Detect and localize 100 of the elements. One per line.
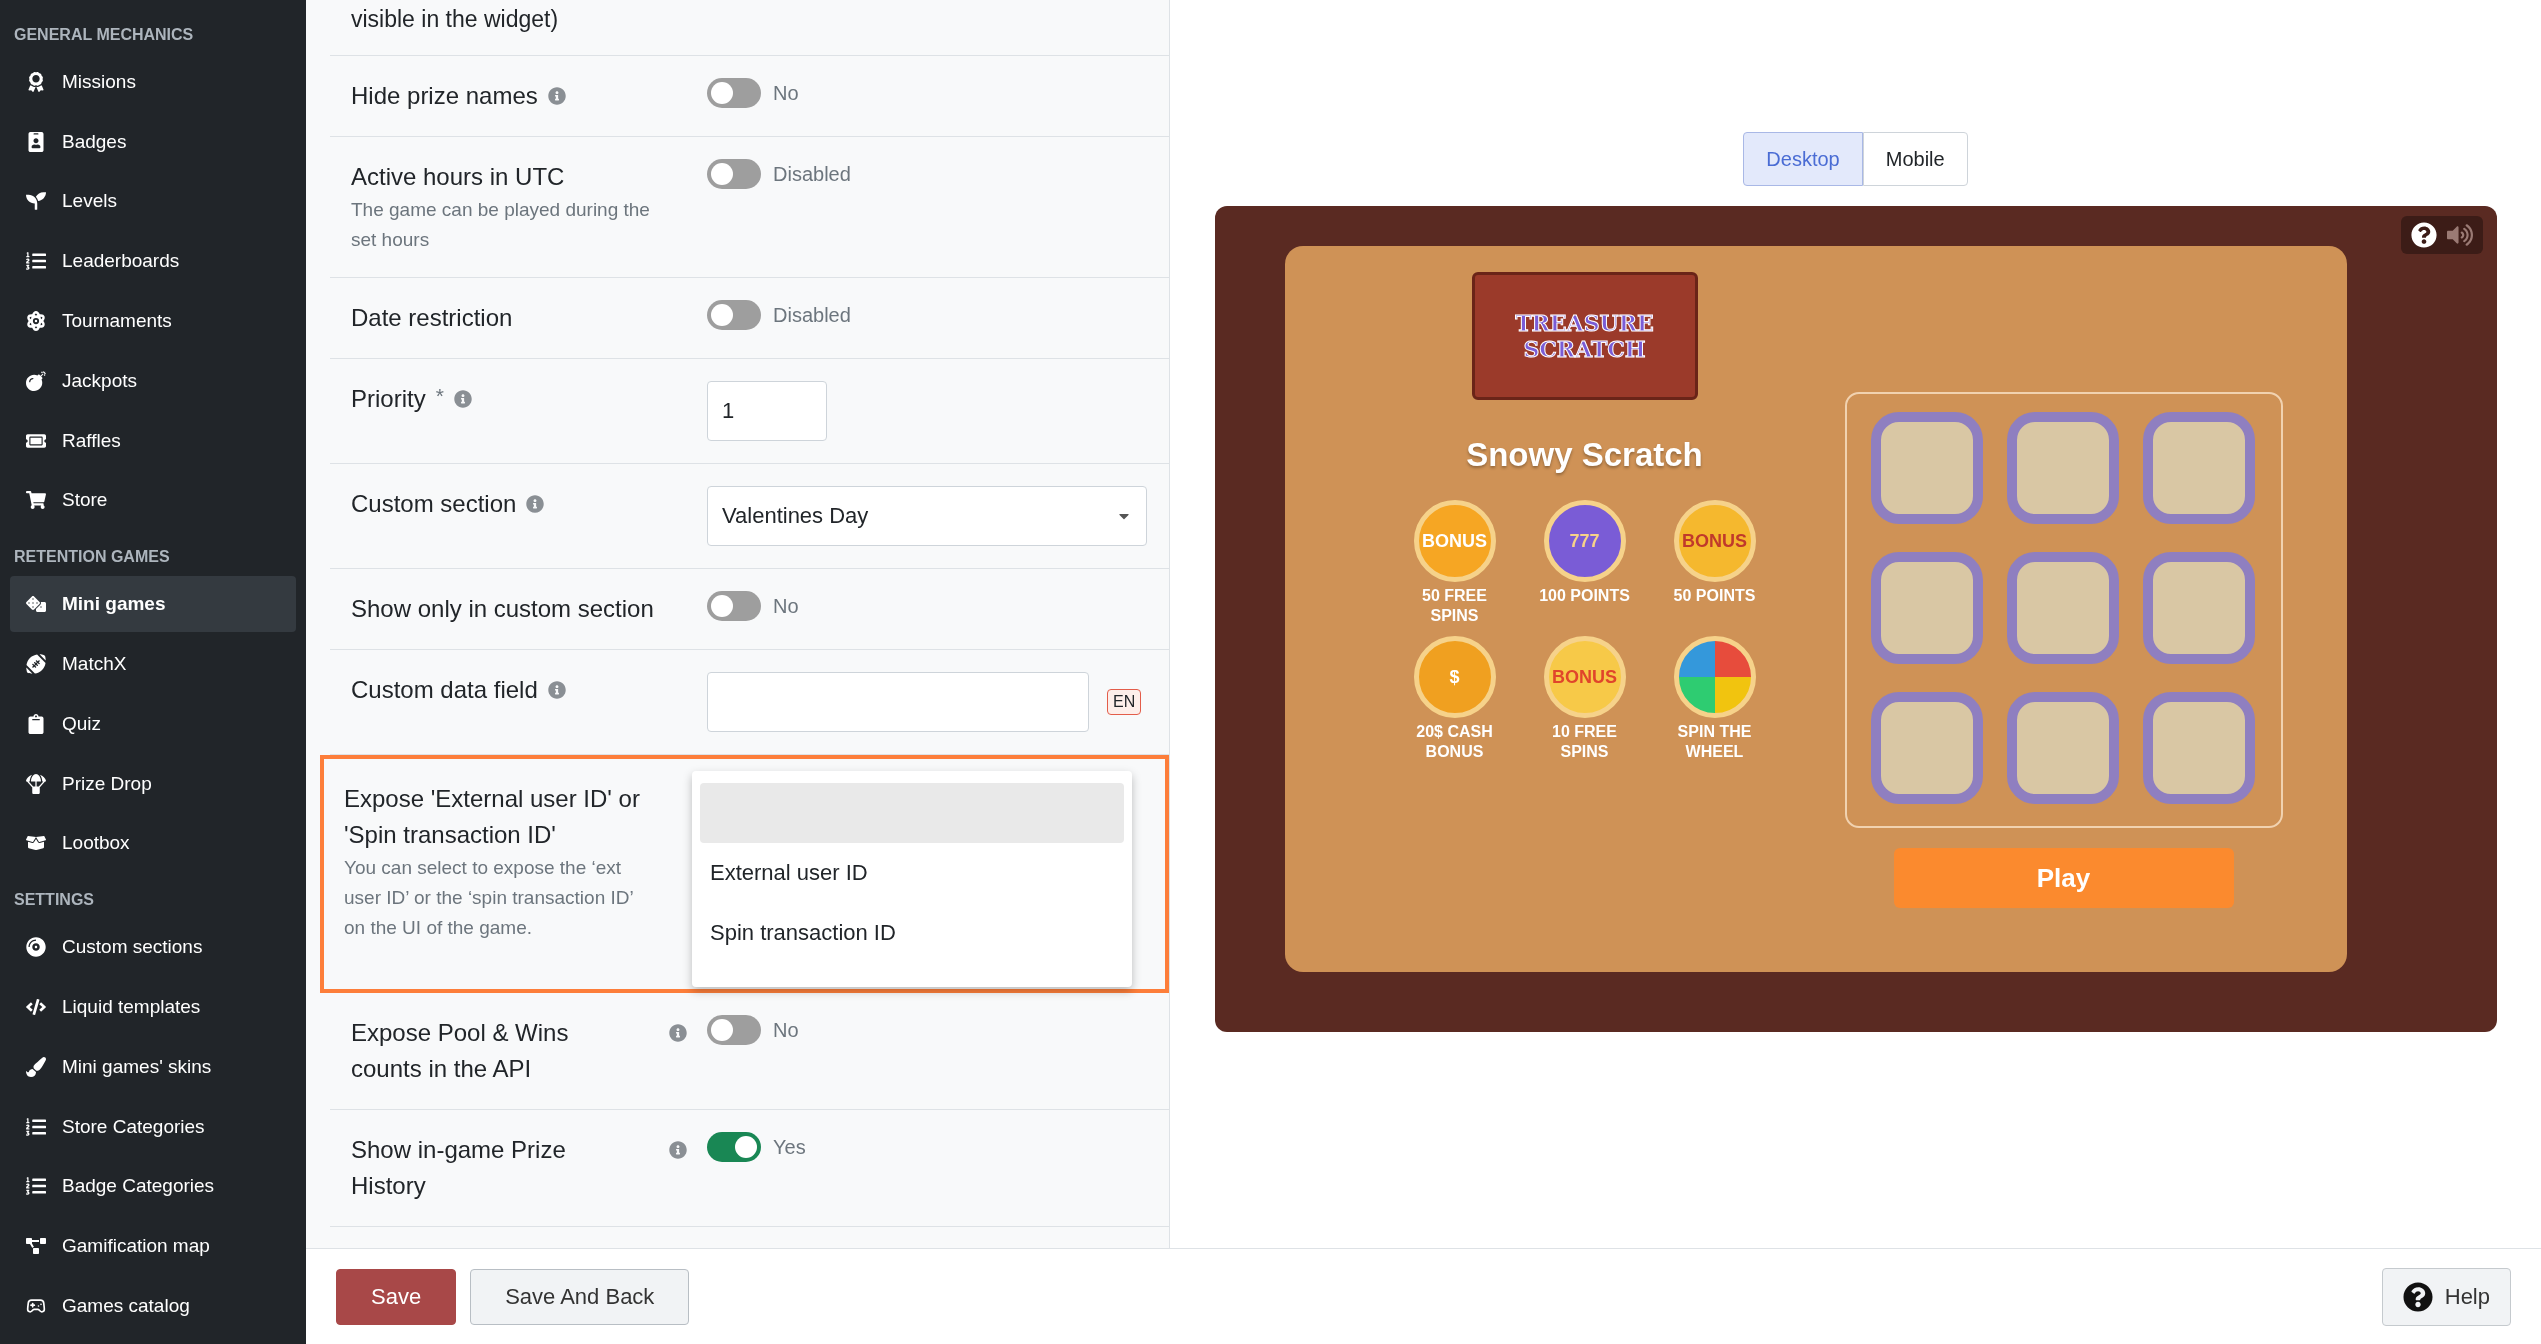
scratch-card[interactable] bbox=[1870, 552, 1983, 664]
toggle-switch[interactable] bbox=[707, 78, 761, 108]
info-icon[interactable] bbox=[526, 495, 545, 513]
sidebar-item[interactable]: Lootbox bbox=[10, 815, 296, 872]
toggle-label: No bbox=[773, 594, 799, 618]
sidebar-section-title: RETENTION GAMES bbox=[13, 547, 171, 568]
id-badge-icon bbox=[26, 131, 46, 152]
logo-text: TREASURE bbox=[1515, 310, 1654, 336]
scratch-card[interactable] bbox=[2006, 692, 2119, 804]
sidebar-item[interactable]: Tournaments bbox=[10, 293, 296, 349]
scratch-card[interactable] bbox=[2142, 692, 2255, 804]
game-title: Snowy Scratch bbox=[1466, 436, 1703, 474]
bonus-ribbon-icon: BONUS bbox=[1673, 500, 1756, 582]
field-label: Priority bbox=[351, 384, 426, 414]
toggle-switch[interactable] bbox=[707, 591, 761, 621]
sidebar-item[interactable]: Badge Categories bbox=[10, 1158, 296, 1215]
required-mark: * bbox=[435, 383, 444, 409]
bonus-badge-icon: BONUS bbox=[1413, 500, 1496, 582]
prize-label: 20$ CASH BONUS bbox=[1415, 722, 1494, 762]
parachute-icon bbox=[26, 773, 46, 794]
sidebar-item[interactable]: Quiz bbox=[10, 695, 296, 752]
sidebar-section-title: GENERAL MECHANICS bbox=[13, 25, 195, 45]
prize-label: 50 POINTS bbox=[1672, 586, 1757, 606]
toggle-switch[interactable] bbox=[707, 159, 761, 189]
slot-machine-icon: 777 bbox=[1543, 500, 1626, 582]
field-label: Expose 'External user ID' or 'Spin transaction ID' bbox=[344, 784, 641, 850]
sidebar-item[interactable]: Raffles bbox=[10, 412, 296, 469]
priority-field[interactable]: 1 bbox=[707, 381, 827, 441]
info-icon[interactable] bbox=[453, 390, 472, 408]
sidebar-item[interactable]: Gamification map bbox=[10, 1218, 296, 1275]
sidebar-item[interactable]: Custom sections bbox=[10, 919, 296, 976]
field-hint: You can select to expose the ‘ext user ID’ or the ‘spin transaction ID’ on the UI of the game. bbox=[344, 856, 634, 940]
info-icon[interactable] bbox=[547, 87, 566, 105]
sidebar-item[interactable]: Liquid templates bbox=[10, 979, 296, 1035]
view-tab[interactable]: Desktop bbox=[1743, 132, 1863, 186]
sidebar-item[interactable]: Leaderboards bbox=[10, 233, 296, 290]
prize-label: 50 FREE SPINS bbox=[1421, 586, 1488, 626]
view-tab[interactable]: Mobile bbox=[1862, 132, 1968, 186]
football-icon bbox=[26, 654, 46, 675]
numbered-list-icon bbox=[26, 251, 46, 272]
seedling-icon bbox=[26, 191, 46, 212]
field-label: Active hours in UTC bbox=[351, 162, 565, 192]
sidebar-item[interactable]: Missions bbox=[10, 54, 296, 110]
sidebar-item[interactable]: Badges bbox=[10, 113, 296, 170]
scratch-card[interactable] bbox=[2006, 412, 2119, 524]
help-icon bbox=[2402, 1281, 2433, 1312]
sidebar-section-title: SETTINGS bbox=[13, 890, 95, 911]
info-icon[interactable] bbox=[547, 681, 566, 699]
sidebar-item[interactable]: Prize Drop bbox=[10, 755, 296, 812]
toggle-switch[interactable] bbox=[707, 300, 761, 330]
sidebar-item[interactable]: Levels bbox=[10, 173, 296, 230]
prize-label: 100 POINTS bbox=[1538, 586, 1631, 606]
info-icon[interactable] bbox=[669, 1024, 687, 1042]
sidebar-item[interactable]: Store Categories bbox=[10, 1098, 296, 1155]
sidebar-item[interactable]: Mini games' skins bbox=[10, 1038, 296, 1095]
field-label: Custom section bbox=[351, 489, 517, 519]
sidebar-item[interactable]: MatchX bbox=[10, 636, 296, 692]
toggle-switch[interactable] bbox=[707, 1132, 761, 1162]
field-label: Show in-game Prize History bbox=[351, 1135, 567, 1201]
toggle-label: No bbox=[773, 1018, 799, 1042]
brush-icon bbox=[26, 1056, 46, 1077]
dice-icon bbox=[26, 594, 46, 615]
sidebar-item[interactable]: Store bbox=[10, 472, 296, 529]
toggle-label: Disabled bbox=[773, 162, 851, 186]
diagram-icon bbox=[26, 1236, 46, 1257]
help-icon[interactable] bbox=[2410, 222, 2437, 248]
prize-label: 10 FREE SPINS bbox=[1551, 722, 1618, 762]
toggle-label: Yes bbox=[773, 1135, 806, 1159]
sidebar-item[interactable]: Mini games bbox=[10, 576, 296, 633]
clipboard-icon bbox=[26, 713, 46, 734]
scratch-card[interactable] bbox=[2142, 552, 2255, 664]
help-button[interactable]: Help bbox=[2381, 1267, 2511, 1326]
info-icon[interactable] bbox=[669, 1141, 687, 1159]
scratch-card[interactable] bbox=[1870, 692, 1983, 804]
language-tag[interactable]: EN bbox=[1107, 689, 1142, 715]
volume-icon[interactable] bbox=[2446, 222, 2473, 248]
toggle-label: Disabled bbox=[773, 303, 851, 327]
save-button[interactable]: Save bbox=[336, 1268, 457, 1325]
prize-label: SPIN THE WHEEL bbox=[1676, 722, 1753, 762]
numbered-list-icon bbox=[26, 1176, 46, 1197]
sidebar-item[interactable]: Jackpots bbox=[10, 353, 296, 409]
custom-section-select[interactable]: Valentines Day bbox=[707, 486, 1147, 546]
scratch-card[interactable] bbox=[1870, 412, 1983, 524]
sidebar-item[interactable]: Games catalog bbox=[10, 1278, 296, 1334]
coin-icon: $ bbox=[1413, 636, 1496, 718]
atom-icon bbox=[26, 311, 46, 332]
scratch-card[interactable] bbox=[2006, 552, 2119, 664]
field-label: Show only in custom section bbox=[351, 594, 654, 624]
logo-text: SCRATCH bbox=[1523, 336, 1646, 362]
toggle-switch[interactable] bbox=[707, 1015, 761, 1045]
field-hint: The game can be played during the set hours bbox=[351, 198, 651, 252]
save-and-back-button[interactable]: Save And Back bbox=[470, 1268, 690, 1325]
custom-data-field[interactable] bbox=[707, 672, 1089, 732]
code-icon bbox=[26, 997, 46, 1018]
field-label: visible in the widget) bbox=[330, 0, 1169, 56]
bomb-icon bbox=[26, 370, 46, 391]
scratch-card[interactable] bbox=[2142, 412, 2255, 524]
toggle-label: No bbox=[773, 81, 799, 105]
field-label: Expose Pool & Wins counts in the API bbox=[351, 1018, 570, 1084]
field-label: Hide prize names bbox=[351, 81, 538, 111]
